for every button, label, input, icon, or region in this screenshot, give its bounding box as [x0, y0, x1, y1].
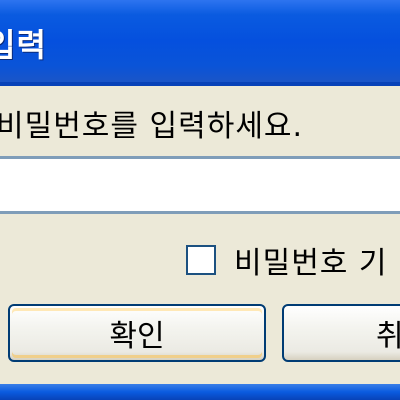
window-bottom-border	[0, 384, 400, 400]
remember-password-checkbox[interactable]	[186, 245, 216, 275]
ok-button[interactable]: 확인	[8, 304, 266, 362]
title-bar[interactable]: 입력	[0, 0, 400, 82]
cancel-button-label: 취	[376, 319, 400, 354]
ok-button-label: 확인	[109, 319, 165, 354]
password-input[interactable]	[0, 156, 400, 214]
remember-password-option[interactable]: 비밀번호 기	[186, 238, 388, 282]
title-bar-edge	[0, 82, 400, 86]
cancel-button[interactable]: 취	[282, 304, 400, 362]
password-dialog: 입력 비밀번호를 입력하세요. 비밀번호 기 확인 취	[0, 0, 400, 400]
remember-password-label: 비밀번호 기	[234, 246, 388, 281]
password-prompt-label: 비밀번호를 입력하세요.	[0, 109, 304, 144]
window-title: 입력	[0, 26, 47, 64]
